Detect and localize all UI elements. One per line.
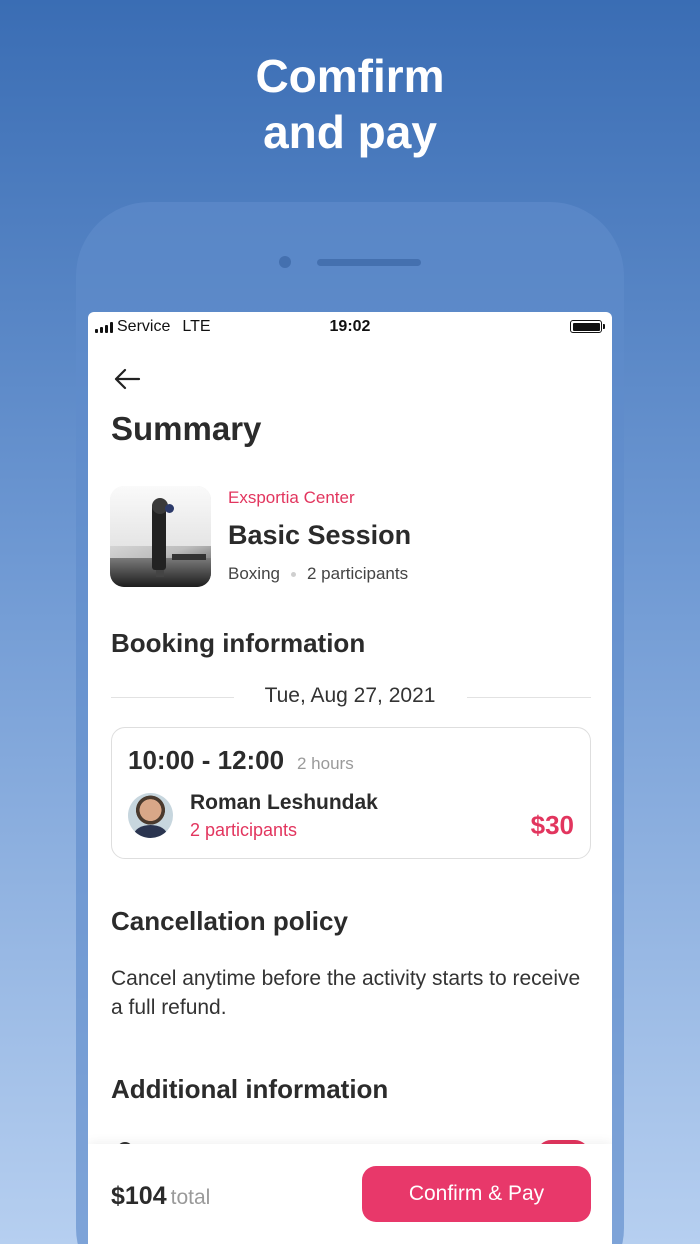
- activity-summary: Exsportia Center Basic Session Boxing 2 …: [110, 485, 590, 587]
- additional-section-title: Additional information: [111, 1074, 389, 1104]
- time-slot: 10:00 - 12:00: [128, 745, 285, 775]
- headline-line-2: and pay: [263, 106, 437, 158]
- status-bar: Service LTE 19:02: [88, 312, 612, 340]
- total-amount: $104: [111, 1182, 167, 1210]
- phone-camera: [279, 256, 291, 268]
- phone-speaker: [317, 259, 421, 266]
- guest-participants: 2 participants: [190, 820, 298, 840]
- confirm-pay-button[interactable]: Confirm & Pay: [362, 1166, 591, 1222]
- activity-thumbnail: [110, 486, 211, 587]
- booking-date: Tue, Aug 27, 2021: [264, 684, 436, 707]
- activity-category: Boxing: [228, 564, 280, 583]
- booking-card[interactable]: 10:00 - 12:00 2 hours Roman Leshundak 2 …: [111, 727, 591, 859]
- cancellation-section-title: Cancellation policy: [111, 906, 348, 936]
- avatar: [128, 793, 173, 838]
- arrow-left-icon: [114, 368, 141, 390]
- guest-name: Roman Leshundak: [190, 791, 378, 814]
- back-button[interactable]: [112, 366, 144, 392]
- total-label: total: [170, 1186, 211, 1209]
- venue-name[interactable]: Exsportia Center: [228, 488, 355, 508]
- booking-section-title: Booking information: [111, 628, 366, 658]
- total-summary: $104 total: [111, 1182, 210, 1211]
- separator-dot: [290, 571, 296, 577]
- status-time: 19:02: [329, 318, 371, 335]
- marketing-headline: Comfirm and pay: [0, 48, 700, 160]
- phone-screen: Service LTE 19:02 Summary Exsportia Cent…: [88, 312, 612, 1244]
- checkout-footer: $104 total Confirm & Pay: [88, 1144, 612, 1244]
- battery-icon: [570, 320, 605, 333]
- slot-duration: 2 hours: [297, 754, 354, 773]
- booking-price: $30: [530, 810, 574, 840]
- activity-meta: Boxing 2 participants: [228, 564, 408, 584]
- booking-date-row: Tue, Aug 27, 2021: [111, 684, 591, 712]
- cancellation-policy-text: Cancel anytime before the activity start…: [111, 967, 581, 1019]
- session-name: Basic Session: [228, 520, 412, 550]
- headline-line-1: Comfirm: [255, 50, 445, 102]
- divider: [467, 697, 591, 698]
- page-title: Summary: [111, 410, 262, 447]
- activity-participants: 2 participants: [306, 564, 409, 583]
